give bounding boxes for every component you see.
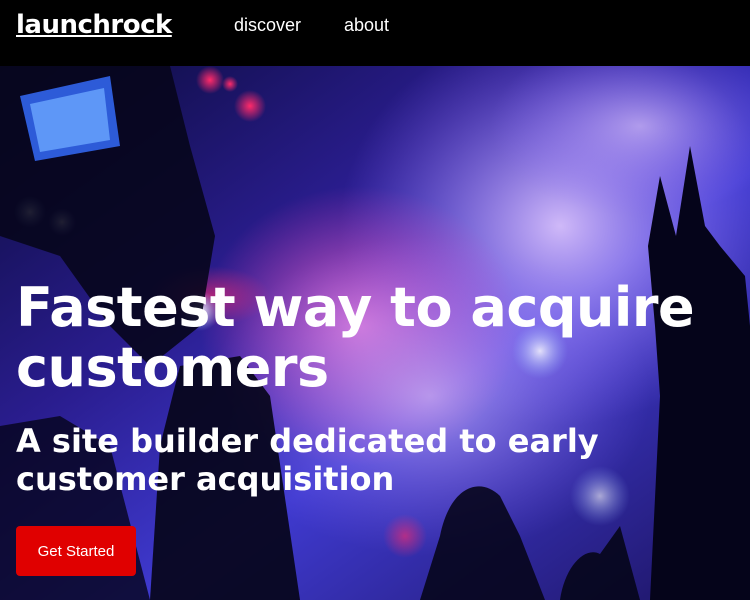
hero-headline: Fastest way to acquire customers bbox=[16, 276, 695, 399]
nav-link-discover[interactable]: discover bbox=[234, 14, 301, 36]
hero-section: Fastest way to acquire customers A site … bbox=[0, 66, 750, 600]
nav-link-about[interactable]: about bbox=[344, 14, 389, 36]
launchrock-logo[interactable]: launchrock bbox=[16, 8, 172, 42]
hero-subheadline: A site builder dedicated to early custom… bbox=[16, 422, 599, 498]
top-navigation: launchrock discover about bbox=[0, 0, 750, 66]
get-started-button[interactable]: Get Started bbox=[16, 526, 136, 576]
